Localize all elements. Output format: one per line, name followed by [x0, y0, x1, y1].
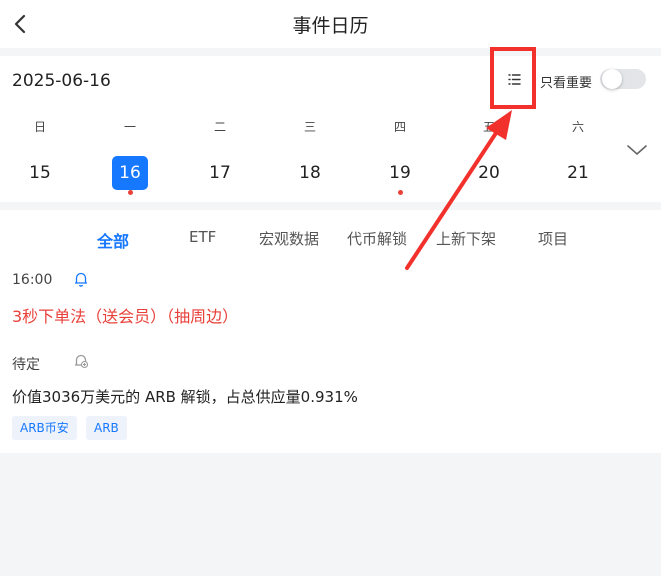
- day-cell-selected[interactable]: 16: [112, 156, 148, 190]
- reminder-button[interactable]: [72, 270, 90, 288]
- weekday-label: 三: [303, 120, 316, 134]
- weekday-label: 六: [571, 120, 584, 134]
- weekday-label: 日: [33, 120, 46, 134]
- bell-icon: [75, 272, 87, 287]
- event-dot: [127, 190, 133, 195]
- chevron-down-icon: [627, 145, 647, 155]
- event-tag[interactable]: ARB: [86, 416, 127, 440]
- expand-calendar-button[interactable]: [624, 140, 650, 160]
- reminder-button[interactable]: [72, 352, 90, 370]
- weekday-label: 二: [213, 120, 226, 134]
- important-only-toggle[interactable]: [600, 69, 646, 89]
- current-date[interactable]: 2025-06-16: [12, 71, 111, 91]
- tab-1[interactable]: ETF: [189, 228, 216, 246]
- event-dot: [397, 190, 403, 195]
- tab-4[interactable]: 上新下架: [436, 228, 496, 249]
- event-time: 待定: [12, 357, 40, 373]
- event-time: 16:00: [12, 272, 53, 288]
- important-only-label: 只看重要: [540, 76, 593, 91]
- events-card: 全部 ETF 宏观数据 代币解锁 上新下架 项目 16:00 3秒下单法（送会员）（抽周边…: [0, 210, 661, 453]
- calendar-card: 2025-06-16 只看重要 日 一 二 三 四 五 六 15 16 17 18 19 20 21: [0, 56, 661, 202]
- tab-3[interactable]: 代币解锁: [347, 228, 407, 249]
- bell-add-icon: [75, 354, 89, 369]
- tab-0[interactable]: 全部: [97, 228, 129, 252]
- event-tag[interactable]: ARB币安: [12, 416, 77, 440]
- event-title[interactable]: 价值3036万美元的 ARB 解锁，占总供应量0.931%: [12, 386, 358, 407]
- tab-5[interactable]: 项目: [538, 228, 568, 249]
- weekday-label: 一: [123, 120, 136, 134]
- day-cell[interactable]: 20: [471, 156, 507, 190]
- day-cell[interactable]: 19: [382, 156, 418, 190]
- day-cell[interactable]: 21: [560, 156, 596, 190]
- tab-2[interactable]: 宏观数据: [259, 228, 319, 249]
- highlight-box: [490, 47, 536, 109]
- toggle-knob: [602, 69, 622, 89]
- weekday-label: 五: [482, 120, 495, 134]
- day-cell[interactable]: 17: [202, 156, 238, 190]
- day-cell[interactable]: 18: [292, 156, 328, 190]
- page-title: 事件日历: [292, 15, 369, 37]
- weekday-label: 四: [393, 120, 406, 134]
- event-title[interactable]: 3秒下单法（送会员）（抽周边）: [12, 303, 238, 327]
- top-bar: 事件日历: [0, 0, 661, 48]
- day-cell[interactable]: 15: [22, 156, 58, 190]
